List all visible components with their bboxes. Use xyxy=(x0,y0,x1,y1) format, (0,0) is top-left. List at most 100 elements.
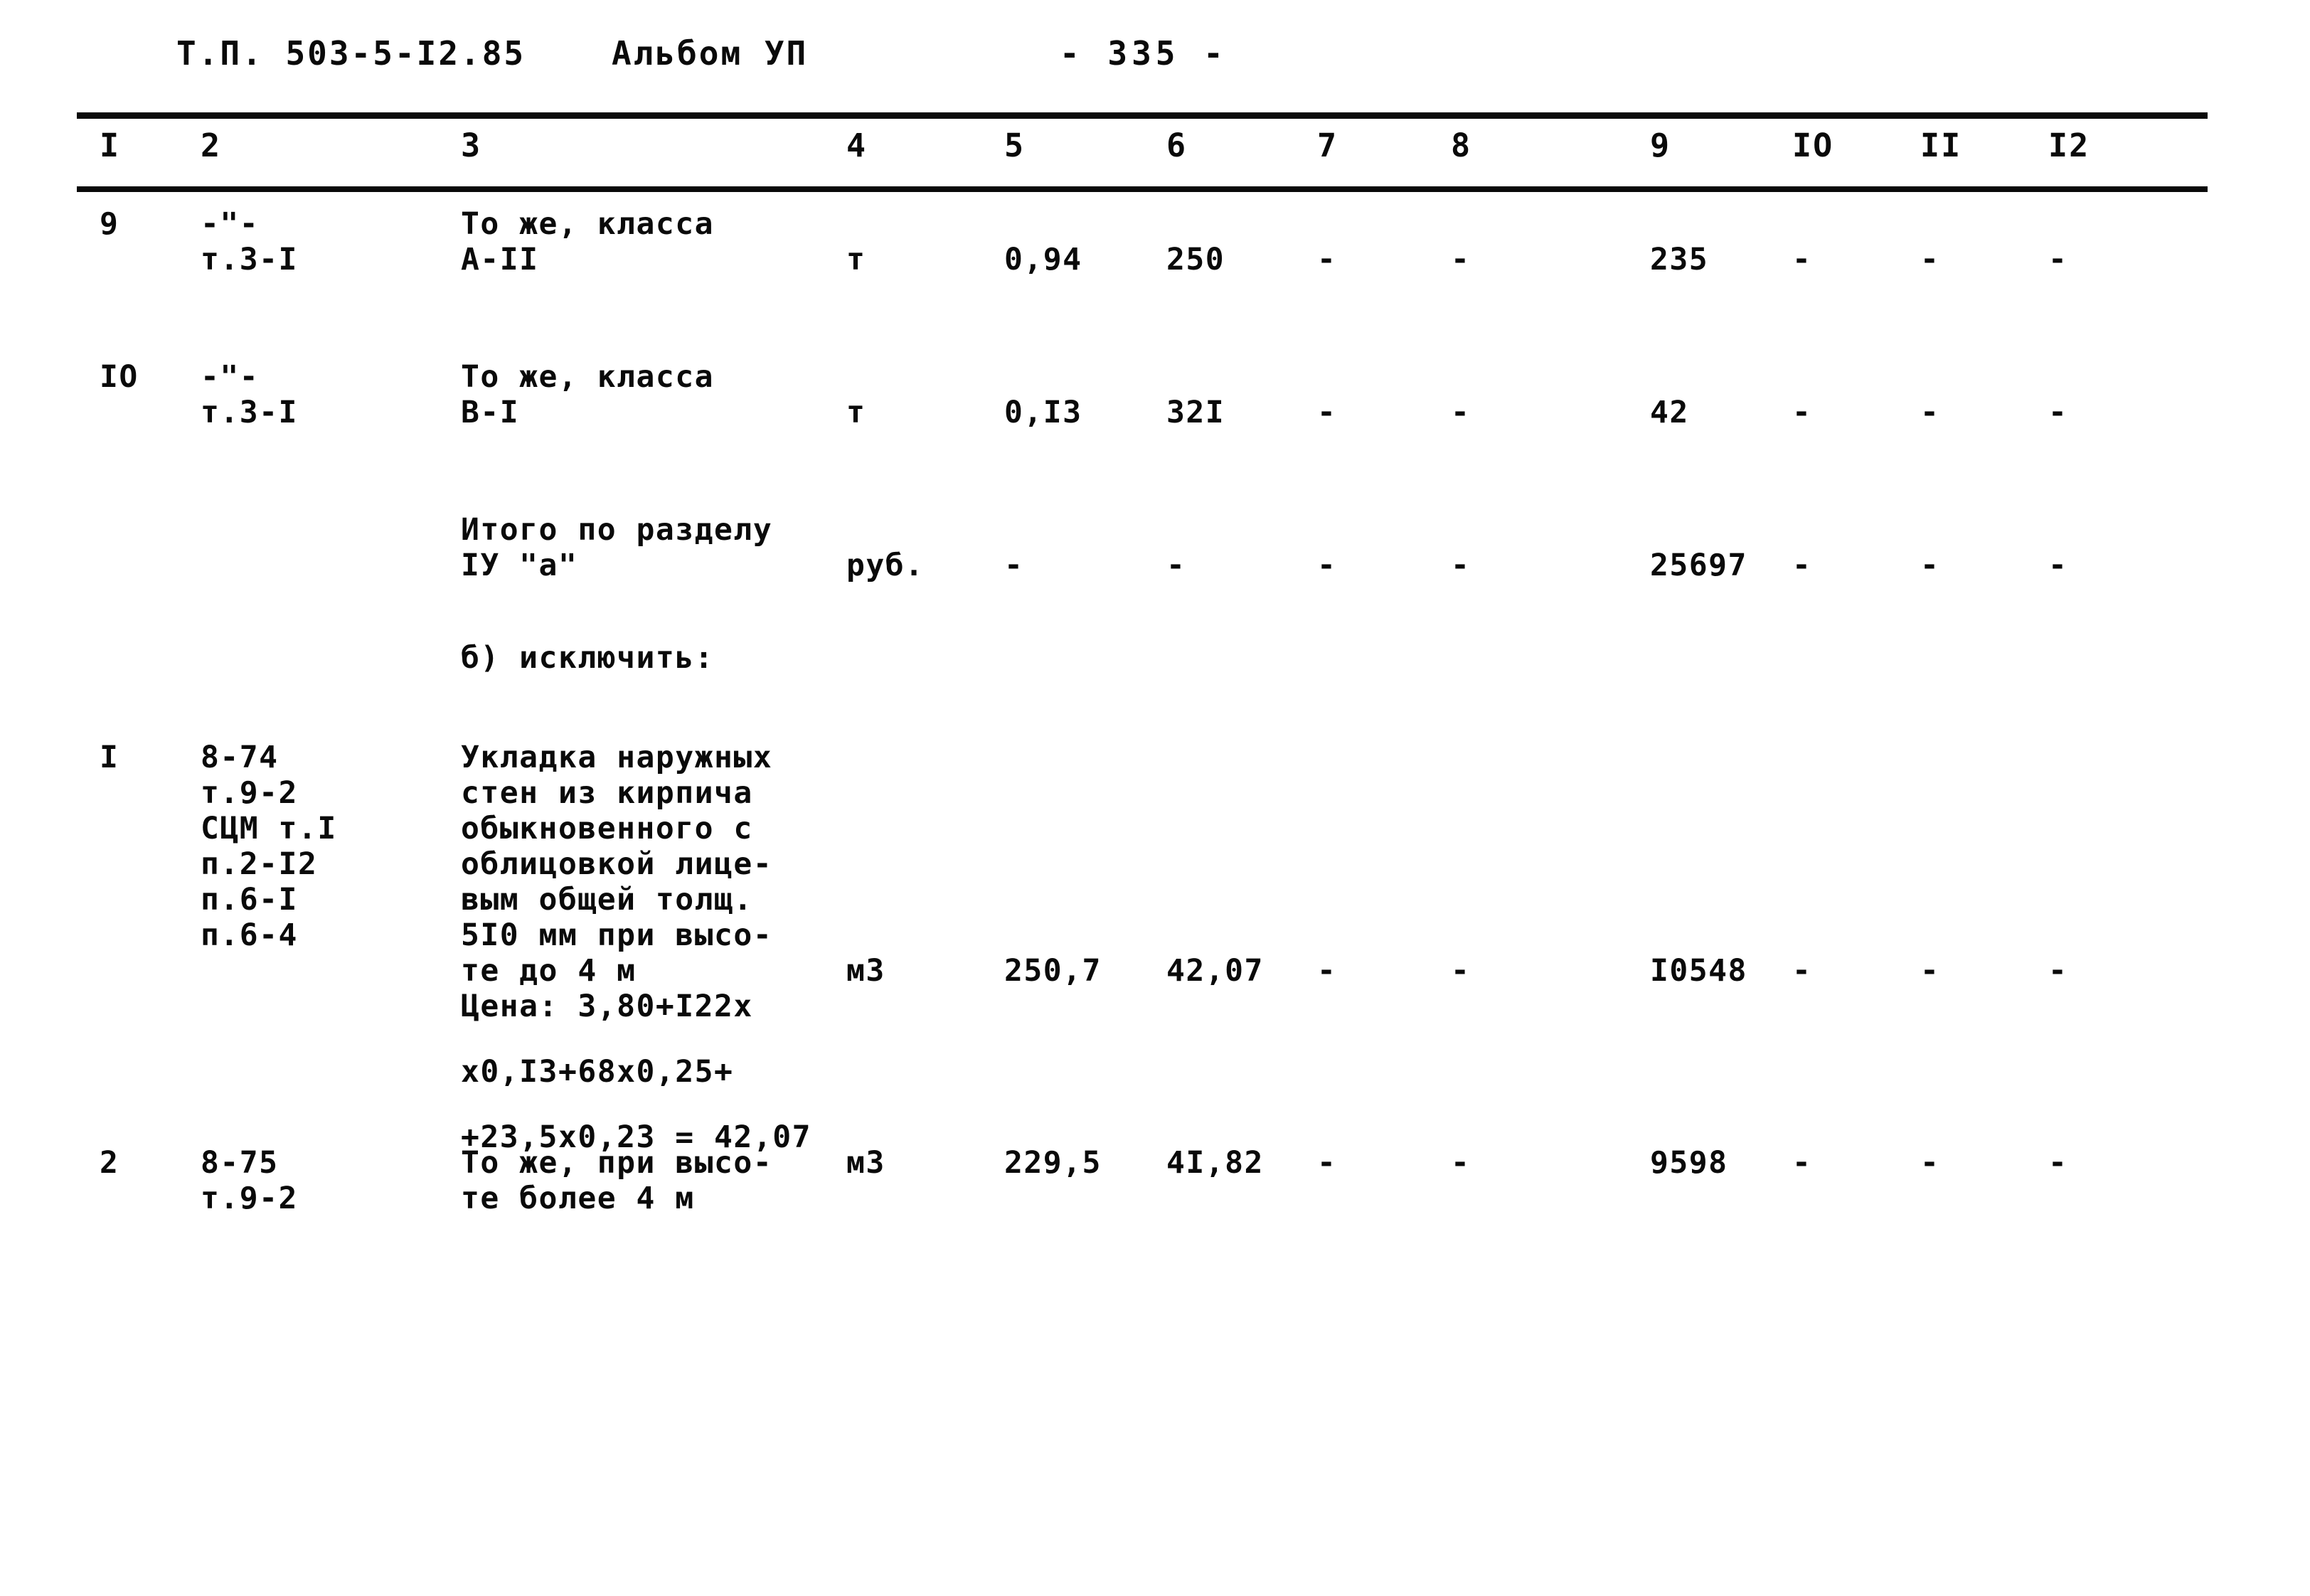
table-row: Итого по разделу IУ "а" руб. - - - - 25697 - - - xyxy=(0,512,2310,640)
cell-col11: - xyxy=(1920,953,1940,989)
code-line: т.9-2 xyxy=(201,775,298,811)
description-line: IУ "а" xyxy=(461,548,578,583)
cell-col11: - xyxy=(1920,242,1940,277)
cell-unit: т xyxy=(846,395,866,430)
cell-col8: - xyxy=(1451,953,1471,989)
cell-position-number: 2 xyxy=(100,1145,119,1181)
cell-quantity: 229,5 xyxy=(1004,1145,1102,1181)
cell-work-description: То же, класса В-I xyxy=(461,359,714,430)
column-header-8: 8 xyxy=(1451,127,1472,164)
code-line: п.6-4 xyxy=(201,917,298,953)
column-header-1: I xyxy=(100,127,121,164)
description-line: То же, при высо- xyxy=(461,1145,773,1181)
cell-unit: т xyxy=(846,242,866,277)
cell-col12: - xyxy=(2048,395,2068,430)
cell-col7: - xyxy=(1317,242,1337,277)
cell-unit-price: 4I,82 xyxy=(1166,1145,1264,1181)
table-row: б) исключить: xyxy=(0,640,2310,740)
album-label: Альбом УП xyxy=(612,34,809,73)
cell-col7: - xyxy=(1317,395,1337,430)
page-number: - 335 - xyxy=(1060,34,1228,73)
code-line: -"- xyxy=(201,359,260,395)
price-formula-line: Цена: 3,80+I22x xyxy=(461,989,753,1024)
description-line: облицовкой лице- xyxy=(461,846,773,882)
cell-col10: - xyxy=(1792,1145,1812,1181)
cell-justification-codes: 8-75 т.9-2 xyxy=(201,1145,298,1216)
cell-total-cost: I0548 xyxy=(1650,953,1747,989)
cell-work-description: То же, при высо-те более 4 м xyxy=(461,1145,772,1216)
cell-total-cost: 9598 xyxy=(1650,1145,1728,1181)
code-line: СЦМ т.I xyxy=(201,811,337,846)
table-row: 9 -"- т.3-I То же, класса А-II т 0,94 250 - - 235 -… xyxy=(0,206,2310,359)
table-row: I 8-74 т.9-2 СЦМ т.I п.2-I2 п.6-I п.6-4 Укладка… xyxy=(0,740,2310,1155)
column-header-11: II xyxy=(1920,127,1962,164)
description-line: обыкновенного с xyxy=(461,811,753,846)
column-header-2: 2 xyxy=(201,127,222,164)
description-line: 5I0 мм при высо- xyxy=(461,917,773,953)
cell-work-description: Укладка наружных стен из кирпича обыкновен… xyxy=(461,740,772,989)
cell-unit-price: - xyxy=(1166,548,1186,583)
cell-position-number: 9 xyxy=(100,206,119,242)
code-line: п.6-I xyxy=(201,882,298,917)
cell-work-description: То же, класса А-II xyxy=(461,206,714,277)
cell-col7: - xyxy=(1317,953,1337,989)
cell-col11: - xyxy=(1920,1145,1940,1181)
column-header-3: 3 xyxy=(461,127,482,164)
description-line: б) исключить: xyxy=(461,640,715,676)
cell-quantity: - xyxy=(1004,548,1024,583)
cell-unit-price: 32I xyxy=(1166,395,1225,430)
cell-position-number: IO xyxy=(100,359,139,395)
cell-justification-codes: -"- т.3-I xyxy=(201,359,298,430)
code-line: т.3-I xyxy=(201,395,298,430)
description-line: те более 4 м xyxy=(461,1181,695,1216)
cell-unit-price: 42,07 xyxy=(1166,953,1264,989)
cell-justification-codes: -"- т.3-I xyxy=(201,206,298,277)
code-line: п.2-I2 xyxy=(201,846,318,882)
cell-col8: - xyxy=(1451,1145,1471,1181)
cell-unit: руб. xyxy=(846,548,925,583)
column-header-12: I2 xyxy=(2048,127,2090,164)
description-line: В-I xyxy=(461,395,520,430)
cell-col8: - xyxy=(1451,395,1471,430)
code-line: 8-75 xyxy=(201,1145,279,1181)
cell-col12: - xyxy=(2048,548,2068,583)
cell-quantity: 0,I3 xyxy=(1004,395,1082,430)
code-line: 8-74 xyxy=(201,740,279,775)
cell-position-number: I xyxy=(100,740,119,775)
table-column-header-row: I 2 3 4 5 6 7 8 9 IO II I2 xyxy=(0,127,2310,178)
cell-total-cost: 25697 xyxy=(1650,548,1747,583)
description-line: стен из кирпича xyxy=(461,775,753,811)
cell-unit-price: 250 xyxy=(1166,242,1225,277)
cell-col8: - xyxy=(1451,548,1471,583)
table-header-bottom-rule xyxy=(77,186,2208,192)
description-line: Укладка наружных xyxy=(461,740,773,775)
column-header-5: 5 xyxy=(1004,127,1026,164)
cell-col7: - xyxy=(1317,1145,1337,1181)
description-line: Итого по разделу xyxy=(461,512,773,548)
table-top-rule xyxy=(77,112,2208,119)
description-line: А-II xyxy=(461,242,539,277)
code-line: т.9-2 xyxy=(201,1181,298,1216)
table-row: IO -"- т.3-I То же, класса В-I т 0,I3 32I - - 42 - -… xyxy=(0,359,2310,512)
cell-work-description: б) исключить: xyxy=(461,640,714,676)
cell-total-cost: 42 xyxy=(1650,395,1689,430)
cell-unit: м3 xyxy=(846,1145,885,1181)
column-header-4: 4 xyxy=(846,127,868,164)
cell-quantity: 0,94 xyxy=(1004,242,1082,277)
column-header-10: IO xyxy=(1792,127,1834,164)
cell-col11: - xyxy=(1920,548,1940,583)
cell-work-description: Итого по разделу IУ "а" xyxy=(461,512,772,583)
description-line: те до 4 м xyxy=(461,953,637,989)
column-header-9: 9 xyxy=(1650,127,1671,164)
cell-total-cost: 235 xyxy=(1650,242,1709,277)
column-header-6: 6 xyxy=(1166,127,1188,164)
description-line: То же, класса xyxy=(461,206,715,242)
cell-col8: - xyxy=(1451,242,1471,277)
column-header-7: 7 xyxy=(1317,127,1338,164)
description-line: вым общей толщ. xyxy=(461,882,753,917)
document-code: Т.П. 503-5-I2.85 xyxy=(176,34,526,73)
cell-unit: м3 xyxy=(846,953,885,989)
cell-quantity: 250,7 xyxy=(1004,953,1102,989)
cell-col11: - xyxy=(1920,395,1940,430)
table-row: 2 8-75 т.9-2 То же, при высо-те более 4 м м3… xyxy=(0,1145,2310,1287)
